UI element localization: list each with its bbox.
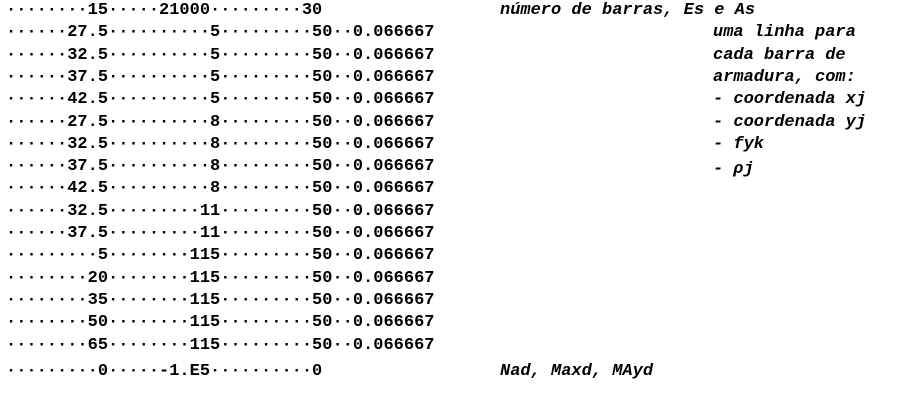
comment-bars-line-5: - coordenada yj (713, 112, 867, 132)
data-line-bar-8: ······42.5··········8·········50··0.0666… (6, 179, 435, 199)
data-line-bar-1: ······27.5··········5·········50··0.0666… (6, 23, 435, 43)
data-line-bar-11: ·········5········115·········50··0.0666… (6, 246, 435, 266)
data-line-footer: ·········0·····-1.E5··········0 (6, 362, 323, 381)
comment-bars-line-1: uma linha para (713, 23, 856, 43)
data-line-bar-5: ······27.5··········8·········50··0.0666… (6, 112, 435, 132)
data-line-bar-2: ······32.5··········5·········50··0.0666… (6, 45, 435, 65)
comment-bars-line-3: armadura, com: (713, 67, 856, 87)
data-line-bar-12: ········20········115·········50··0.0666… (6, 268, 435, 288)
data-line-bar-3: ······37.5··········5·········50··0.0666… (6, 67, 435, 87)
comment-bars-line-2: cada barra de (713, 45, 846, 65)
data-line-bar-13: ········35········115·········50··0.0666… (6, 290, 435, 310)
data-line-bar-7: ······37.5··········8·········50··0.0666… (6, 157, 435, 177)
data-line-bar-10: ······37.5·········11·········50··0.0666… (6, 224, 435, 243)
comment-header: número de barras, Es e As (500, 1, 756, 20)
data-line-bar-14: ········50········115·········50··0.0666… (6, 313, 435, 333)
comment-bars-line-6: - fyk (713, 134, 765, 154)
data-line-bar-6: ······32.5··········8·········50··0.0666… (6, 134, 435, 154)
data-line-bar-9: ······32.5·········11·········50··0.0666… (6, 201, 435, 221)
comment-bars-line-4: - coordenada xj (713, 90, 867, 110)
comment-footer: Nad, Maxd, MAyd (500, 362, 654, 381)
data-line-bar-4: ······42.5··········5·········50··0.0666… (6, 90, 435, 110)
data-line-header: ········15·····21000·········30 (6, 1, 323, 20)
comment-bars-line-7: - ρj (713, 160, 754, 179)
data-line-bar-15: ········65········115·········50··0.0666… (6, 335, 435, 355)
